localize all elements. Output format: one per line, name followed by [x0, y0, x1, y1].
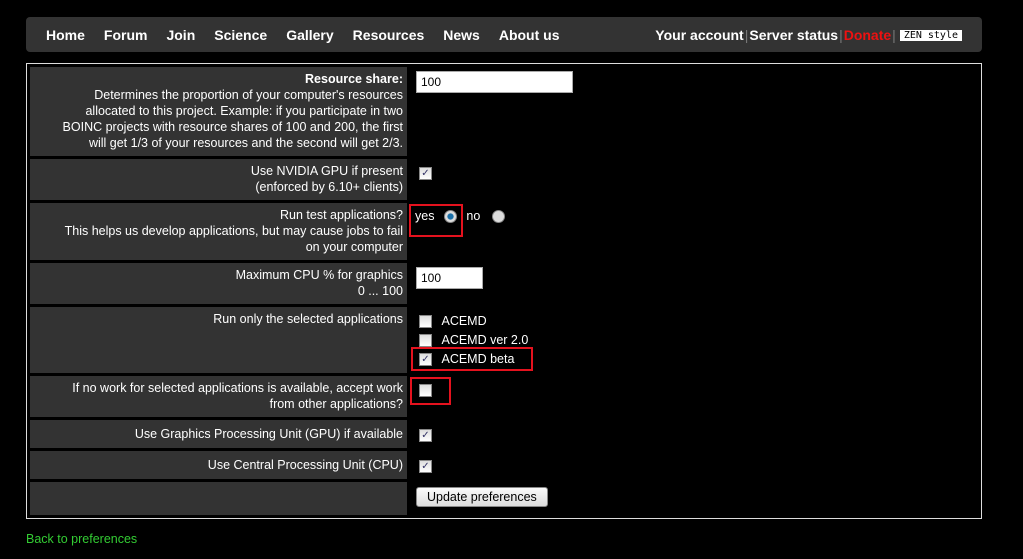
- acemd2-checkbox[interactable]: [419, 334, 432, 348]
- row-apps: Run only the selected applications ACEMD…: [30, 307, 978, 373]
- cpu-graphics-label: Maximum CPU % for graphics: [235, 268, 403, 282]
- gpu-label: Use Graphics Processing Unit (GPU) if av…: [134, 427, 403, 441]
- update-preferences-button[interactable]: Update preferences: [416, 487, 548, 507]
- resource-share-input[interactable]: [416, 71, 573, 93]
- nav-join[interactable]: Join: [166, 27, 195, 43]
- nvidia-checkbox[interactable]: ✓: [419, 167, 432, 181]
- cpu-graphics-range: 0 ... 100: [357, 284, 403, 298]
- row-test-apps: Run test applications? This helps us deve…: [30, 203, 978, 260]
- test-sub: This helps us develop applications, but …: [64, 224, 403, 254]
- test-label: Run test applications?: [280, 208, 403, 222]
- nav-forum[interactable]: Forum: [104, 27, 148, 43]
- row-nvidia: Use NVIDIA GPU if present (enforced by 6.…: [30, 159, 978, 200]
- cpu-checkbox[interactable]: ✓: [419, 460, 432, 474]
- nav-donate[interactable]: Donate: [844, 27, 891, 43]
- zen-style-link[interactable]: ZEN style: [899, 29, 962, 41]
- back-to-preferences-link[interactable]: Back to preferences: [26, 532, 137, 546]
- apps-label: Run only the selected applications: [213, 312, 403, 326]
- nvidia-sub: (enforced by 6.10+ clients): [255, 180, 403, 194]
- nvidia-label: Use NVIDIA GPU if present: [250, 164, 403, 178]
- highlight-box: [409, 204, 463, 237]
- highlight-box: [411, 347, 533, 371]
- nav-about[interactable]: About us: [499, 27, 560, 43]
- gpu-checkbox[interactable]: ✓: [419, 429, 432, 443]
- no-radio[interactable]: [491, 210, 505, 224]
- nav-resources[interactable]: Resources: [353, 27, 425, 43]
- top-nav: Home Forum Join Science Gallery Resource…: [26, 17, 982, 52]
- preferences-table: Resource share: Determines the proportion…: [26, 63, 982, 519]
- row-submit: Update preferences: [30, 482, 978, 515]
- nav-gallery[interactable]: Gallery: [286, 27, 333, 43]
- acemd-label: ACEMD: [441, 314, 487, 328]
- cpu-label: Use Central Processing Unit (CPU): [207, 458, 403, 472]
- highlight-box: [410, 377, 451, 405]
- row-other-apps: If no work for selected applications is …: [30, 376, 978, 417]
- resource-share-desc: Determines the proportion of your comput…: [62, 88, 403, 150]
- nav-science[interactable]: Science: [214, 27, 267, 43]
- cpu-graphics-input[interactable]: [416, 267, 483, 289]
- nav-home[interactable]: Home: [46, 27, 85, 43]
- acemd2-label: ACEMD ver 2.0: [441, 333, 529, 347]
- row-resource-share: Resource share: Determines the proportion…: [30, 67, 978, 156]
- resource-share-title: Resource share:: [305, 72, 403, 86]
- nav-account[interactable]: Your account: [655, 27, 743, 43]
- row-cpu-graphics: Maximum CPU % for graphics 0 ... 100: [30, 263, 978, 304]
- no-label: no: [466, 209, 481, 223]
- row-cpu: Use Central Processing Unit (CPU) ✓: [30, 451, 978, 479]
- nav-server-status[interactable]: Server status: [749, 27, 838, 43]
- row-gpu: Use Graphics Processing Unit (GPU) if av…: [30, 420, 978, 448]
- other-apps-label: If no work for selected applications is …: [72, 381, 403, 411]
- nav-news[interactable]: News: [443, 27, 480, 43]
- acemd-checkbox[interactable]: [419, 315, 432, 329]
